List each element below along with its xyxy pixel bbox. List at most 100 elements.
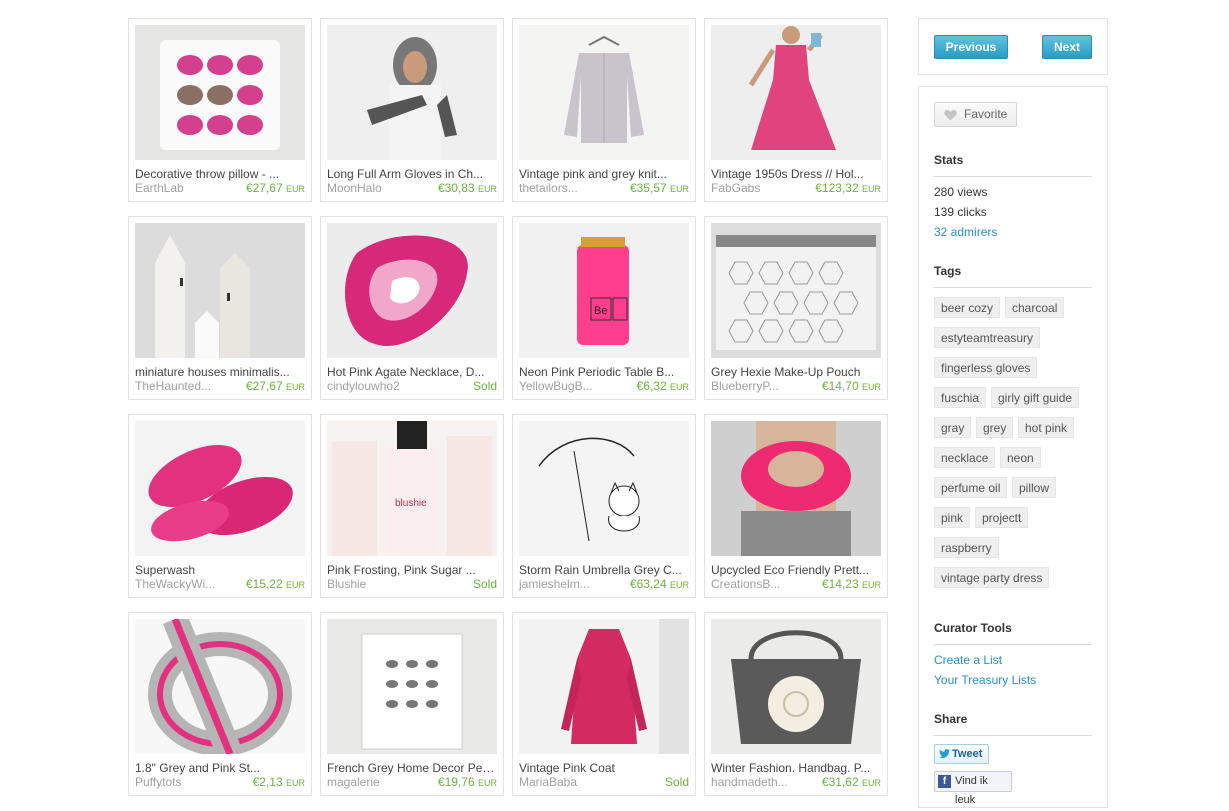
listing-price: €123,32 EUR — [815, 181, 881, 195]
listing-image[interactable] — [711, 421, 881, 556]
listing-image[interactable] — [327, 619, 497, 754]
listing-title[interactable]: Grey Hexie Make-Up Pouch — [711, 365, 881, 379]
previous-button[interactable]: Previous — [934, 35, 1008, 59]
listing-card[interactable]: Be Neon Pink Periodic Table B... YellowBug… — [512, 216, 696, 400]
create-list-link[interactable]: Create a List — [934, 653, 1002, 667]
tag-chip[interactable]: pillow — [1012, 477, 1057, 498]
listing-image[interactable] — [519, 421, 689, 556]
tag-chip[interactable]: pink — [934, 507, 971, 528]
listing-shop-name[interactable]: FabGabs — [711, 181, 807, 195]
listing-title[interactable]: Vintage pink and grey knit... — [519, 167, 689, 181]
tag-chip[interactable]: perfume oil — [934, 477, 1008, 498]
listing-card[interactable]: Upcycled Eco Friendly Prett... CreationsB… — [704, 414, 888, 598]
listing-title[interactable]: French Grey Home Decor Peb... — [327, 761, 497, 775]
listing-card[interactable]: miniature houses minimalis... TheHaunted.… — [128, 216, 312, 400]
listing-card[interactable]: Superwash TheWackyWi... €15,22 EUR — [128, 414, 312, 598]
listing-shop-name[interactable]: handmadeth... — [711, 775, 807, 789]
listing-title[interactable]: 1.8" Grey and Pink St... — [135, 761, 305, 775]
tags-heading: Tags — [934, 264, 962, 278]
listing-card[interactable]: Winter Fashion. Handbag. P... handmadeth.… — [704, 612, 888, 796]
listing-card[interactable]: Vintage pink and grey knit... thetailors.… — [512, 18, 696, 202]
listing-title[interactable]: miniature houses minimalis... — [135, 365, 305, 379]
price-amount: €14,70 — [821, 379, 859, 393]
tag-chip[interactable]: girly gift guide — [991, 387, 1080, 408]
listing-title[interactable]: Long Full Arm Gloves in Ch... — [327, 167, 497, 181]
facebook-like-button[interactable]: f Vind ik leuk — [934, 771, 1012, 806]
tag-chip[interactable]: projectt — [975, 507, 1029, 528]
tag-chip[interactable]: fuschia — [934, 387, 987, 408]
tag-chip[interactable]: beer cozy — [934, 297, 1001, 318]
listing-card[interactable]: Long Full Arm Gloves in Ch... MoonHalo €30… — [320, 18, 504, 202]
listing-shop-name[interactable]: TheWackyWi... — [135, 577, 231, 591]
tag-chip[interactable]: fingerless gloves — [934, 357, 1038, 378]
listing-card[interactable]: French Grey Home Decor Peb... magalerie €1… — [320, 612, 504, 796]
listing-image[interactable] — [711, 619, 881, 754]
listing-image[interactable]: Be — [519, 223, 689, 358]
listing-image[interactable] — [327, 223, 497, 358]
listing-title[interactable]: Vintage Pink Coat — [519, 761, 689, 775]
listing-shop-name[interactable]: cindylouwho2 — [327, 379, 423, 393]
listing-image[interactable] — [519, 25, 689, 160]
price-amount: €30,83 — [437, 181, 475, 195]
listing-shop-name[interactable]: MariaBaba — [519, 775, 615, 789]
listing-title[interactable]: Decorative throw pillow - ... — [135, 167, 305, 181]
price-currency: EUR — [285, 580, 305, 590]
your-treasury-lists-link[interactable]: Your Treasury Lists — [934, 673, 1036, 687]
listing-image[interactable] — [711, 25, 881, 160]
listing-shop-name[interactable]: MoonHalo — [327, 181, 423, 195]
listing-card[interactable]: Decorative throw pillow - ... EarthLab €27… — [128, 18, 312, 202]
listing-title[interactable]: Upcycled Eco Friendly Prett... — [711, 563, 881, 577]
clicks-count: 139 clicks — [934, 205, 987, 219]
listing-image[interactable] — [519, 619, 689, 754]
listing-shop-name[interactable]: thetailors... — [519, 181, 615, 195]
listing-title[interactable]: Vintage 1950s Dress // Hol... — [711, 167, 881, 181]
facebook-icon: f — [938, 775, 951, 788]
tag-chip[interactable]: neon — [1000, 447, 1041, 468]
listing-image[interactable] — [135, 421, 305, 556]
listing-card[interactable]: Vintage Pink Coat MariaBaba Sold — [512, 612, 696, 796]
listing-image[interactable] — [711, 223, 881, 358]
listing-card[interactable]: Grey Hexie Make-Up Pouch BlueberryP... €14… — [704, 216, 888, 400]
twitter-bird-icon — [939, 749, 950, 758]
listing-shop-name[interactable]: TheHaunted... — [135, 379, 231, 393]
tag-chip[interactable]: charcoal — [1005, 297, 1065, 318]
listing-shop-name[interactable]: CreationsB... — [711, 577, 807, 591]
listing-title[interactable]: Winter Fashion. Handbag. P... — [711, 761, 881, 775]
admirers-link[interactable]: 32 admirers — [934, 225, 997, 239]
listing-image[interactable] — [135, 223, 305, 358]
listing-shop-name[interactable]: EarthLab — [135, 181, 231, 195]
listing-price: €27,67 EUR — [246, 379, 305, 393]
listing-card[interactable]: blushie Pink Frosting, Pink Sugar ... Blus… — [320, 414, 504, 598]
sold-label: Sold — [472, 379, 497, 393]
favorite-button[interactable]: Favorite — [934, 102, 1017, 127]
listing-image[interactable] — [135, 619, 305, 754]
listing-shop-name[interactable]: BlueberryP... — [711, 379, 807, 393]
tag-chip[interactable]: estyteamtreasury — [934, 327, 1041, 348]
listing-shop-name[interactable]: Puffytots — [135, 775, 231, 789]
listing-image[interactable]: blushie — [327, 421, 497, 556]
listing-title[interactable]: Hot Pink Agate Necklace, D... — [327, 365, 497, 379]
listing-image[interactable] — [135, 25, 305, 160]
listing-card[interactable]: Vintage 1950s Dress // Hol... FabGabs €123… — [704, 18, 888, 202]
listing-card[interactable]: Hot Pink Agate Necklace, D... cindylouwho… — [320, 216, 504, 400]
listing-title[interactable]: Neon Pink Periodic Table B... — [519, 365, 689, 379]
tag-chip[interactable]: gray — [934, 417, 972, 438]
listing-shop-name[interactable]: YellowBugB... — [519, 379, 615, 393]
tweet-button[interactable]: Tweet — [934, 744, 989, 764]
tag-chip[interactable]: hot pink — [1018, 417, 1075, 438]
listing-title[interactable]: Superwash — [135, 563, 305, 577]
listing-image[interactable] — [327, 25, 497, 160]
tag-chip[interactable]: grey — [976, 417, 1014, 438]
tag-chip[interactable]: vintage party dress — [934, 567, 1050, 588]
listing-card[interactable]: Storm Rain Umbrella Grey C... jamieshelm.… — [512, 414, 696, 598]
tag-chip[interactable]: necklace — [934, 447, 996, 468]
listing-shop-name[interactable]: Blushie — [327, 577, 423, 591]
listing-shop-name[interactable]: magalerie — [327, 775, 423, 789]
next-button[interactable]: Next — [1042, 35, 1092, 59]
listing-shop-name[interactable]: jamieshelm... — [519, 577, 615, 591]
listing-card[interactable]: 1.8" Grey and Pink St... Puffytots €2,13 E… — [128, 612, 312, 796]
price-amount: €19,76 — [437, 775, 475, 789]
listing-title[interactable]: Pink Frosting, Pink Sugar ... — [327, 563, 497, 577]
listing-title[interactable]: Storm Rain Umbrella Grey C... — [519, 563, 689, 577]
tag-chip[interactable]: raspberry — [934, 537, 999, 558]
